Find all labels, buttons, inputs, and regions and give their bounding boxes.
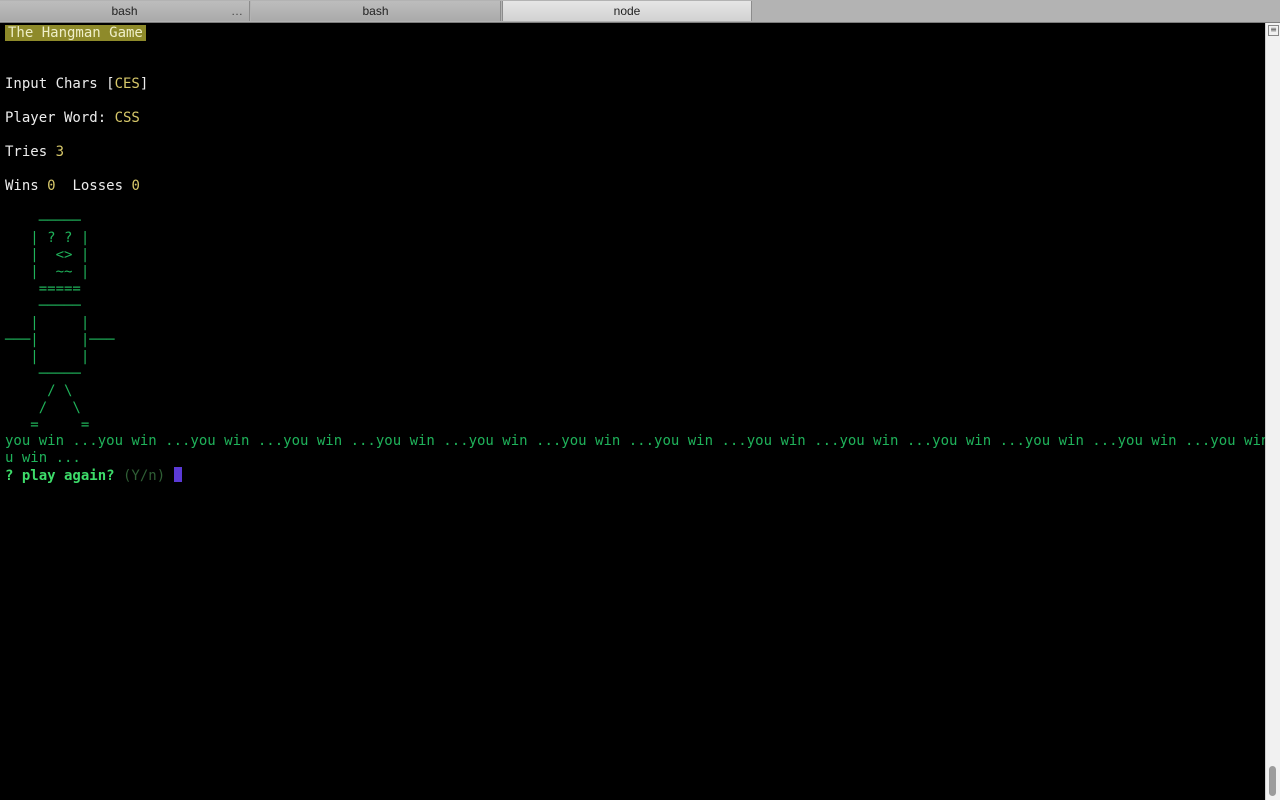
tab-bash-1[interactable]: bash … bbox=[0, 1, 250, 21]
tries-label: Tries bbox=[5, 144, 56, 160]
losses-value: 0 bbox=[131, 178, 140, 194]
terminal-scrollbar[interactable]: ≡ bbox=[1265, 23, 1280, 800]
prompt-question-mark: ? bbox=[5, 468, 22, 484]
player-word-value: CSS bbox=[114, 110, 140, 126]
losses-label: Losses bbox=[55, 178, 132, 194]
input-chars-close: ] bbox=[139, 76, 149, 92]
tab-bash-2[interactable]: bash bbox=[251, 1, 501, 21]
tries-value: 3 bbox=[55, 144, 65, 160]
tab-overflow-indicator[interactable]: … bbox=[231, 1, 243, 21]
terminal-output[interactable]: The Hangman Game Input Chars [CES] Playe… bbox=[0, 23, 1280, 800]
win-message-line-1: you win ...you win ...you win ...you win… bbox=[5, 433, 1280, 449]
prompt-hint: (Y/n) bbox=[114, 468, 174, 484]
text-cursor bbox=[173, 467, 182, 482]
score-line: Wins 0 Losses 0 bbox=[5, 178, 140, 195]
tries-line: Tries 3 bbox=[5, 144, 64, 161]
game-title-line: The Hangman Game bbox=[5, 25, 146, 42]
wins-label: Wins bbox=[5, 178, 48, 194]
tab-node[interactable]: node bbox=[502, 1, 752, 21]
tab-label: bash bbox=[362, 4, 389, 18]
play-again-prompt[interactable]: ? play again? (Y/n) bbox=[5, 467, 182, 484]
input-chars-value: CES bbox=[114, 76, 140, 92]
input-chars-label: Input Chars [ bbox=[5, 76, 115, 92]
hangman-ascii-art: ───── | ? ? | | <> | | ~~ | ===== ───── … bbox=[5, 213, 115, 433]
input-chars-line: Input Chars [CES] bbox=[5, 76, 148, 93]
player-word-line: Player Word: CSS bbox=[5, 110, 140, 127]
player-word-label: Player Word: bbox=[5, 110, 115, 126]
wins-value: 0 bbox=[47, 178, 56, 194]
win-message-line-2: u win ... bbox=[5, 450, 81, 466]
game-title: The Hangman Game bbox=[5, 25, 146, 41]
scrollbar-menu-icon[interactable]: ≡ bbox=[1268, 25, 1279, 36]
tab-bar: bash … bash node bbox=[0, 0, 1280, 23]
tab-label: bash bbox=[111, 4, 138, 18]
prompt-text: play again? bbox=[21, 468, 115, 484]
tab-label: node bbox=[613, 4, 641, 18]
scrollbar-thumb[interactable] bbox=[1269, 766, 1276, 796]
